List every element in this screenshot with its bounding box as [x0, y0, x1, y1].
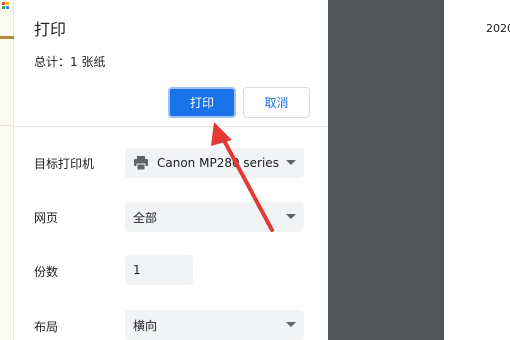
chevron-down-icon: [286, 160, 296, 165]
chevron-down-icon: [286, 322, 296, 327]
chevron-down-icon: [286, 214, 296, 219]
background-accent-bar: [0, 36, 14, 39]
app-grid-icon: [2, 2, 12, 12]
pages-value: 全部: [133, 210, 158, 225]
background-page-strip: [0, 0, 14, 340]
dialog-title: 打印: [34, 20, 67, 39]
cancel-button[interactable]: 取消: [243, 87, 310, 118]
pages-select[interactable]: 全部: [125, 202, 304, 232]
layout-label: 布局: [34, 320, 59, 334]
printer-icon: [134, 156, 148, 170]
section-divider: [14, 126, 328, 127]
layout-select[interactable]: 横向: [125, 310, 304, 340]
print-preview-window: 打印 总计：1 张纸 打印 取消 目标打印机 Canon MP280 serie…: [0, 0, 510, 340]
destination-label: 目标打印机: [34, 157, 95, 171]
destination-value: Canon MP280 series: [157, 156, 279, 170]
destination-select[interactable]: Canon MP280 series: [125, 148, 304, 178]
layout-value: 横向: [133, 318, 158, 333]
preview-date-text: 2020: [486, 22, 510, 35]
preview-page: 2020: [444, 0, 510, 340]
background-divider: [0, 125, 14, 126]
copies-input[interactable]: 1: [125, 255, 193, 285]
print-button[interactable]: 打印: [168, 87, 236, 118]
preview-area: [328, 0, 444, 340]
sheet-total: 总计：1 张纸: [34, 55, 106, 69]
pages-label: 网页: [34, 211, 59, 225]
copies-label: 份数: [34, 265, 59, 279]
print-settings-panel: 打印 总计：1 张纸 打印 取消 目标打印机 Canon MP280 serie…: [14, 0, 328, 340]
